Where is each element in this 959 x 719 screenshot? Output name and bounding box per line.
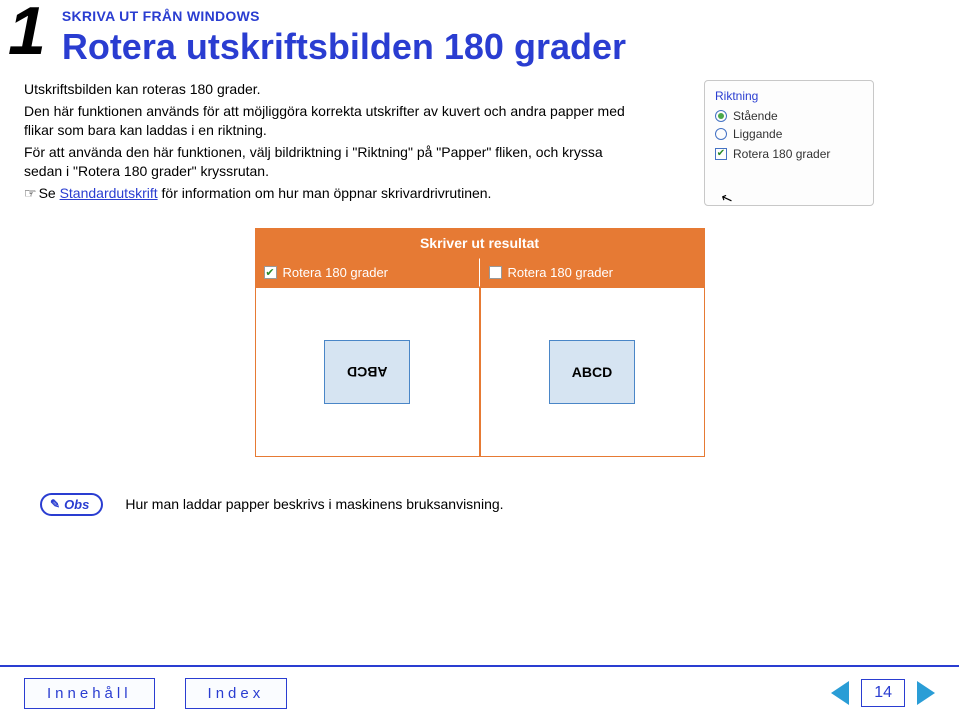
obs-row: ✎ Obs Hur man laddar papper beskrivs i m… xyxy=(40,493,959,516)
section-label: SKRIVA UT FRÅN WINDOWS xyxy=(62,8,959,24)
link-suffix: för information om hur man öppnar skriva… xyxy=(158,185,492,201)
see-also-line: ☞Se Standardutskrift för information om … xyxy=(24,184,644,204)
footer-bar: Innehåll Index 14 xyxy=(0,665,959,719)
table-col1-body: ABCD xyxy=(255,287,480,457)
checkbox-checked-icon: ✔ xyxy=(264,266,277,279)
radio-label: Stående xyxy=(733,109,778,123)
table-col1-header: ✔ Rotera 180 grader xyxy=(255,258,480,287)
contents-button[interactable]: Innehåll xyxy=(24,678,155,709)
table-title: Skriver ut resultat xyxy=(255,228,705,258)
pencil-icon: ✎ xyxy=(50,497,60,511)
paragraph-1: Utskriftsbilden kan roteras 180 grader. xyxy=(24,80,644,100)
prev-page-arrow[interactable] xyxy=(831,681,849,705)
checkbox-rotera[interactable]: ✔ Rotera 180 grader xyxy=(715,147,859,161)
page-title: Rotera utskriftsbilden 180 grader xyxy=(62,26,959,68)
chapter-number: 1 xyxy=(8,4,46,58)
radio-staende[interactable]: Stående xyxy=(715,109,859,123)
radio-icon xyxy=(715,128,727,140)
nav-arrows: 14 xyxy=(831,679,935,707)
radio-liggande[interactable]: Liggande xyxy=(715,127,859,141)
sample-text-rotated: ABCD xyxy=(347,364,387,380)
link-prefix: Se xyxy=(39,185,60,201)
sample-normal: ABCD xyxy=(549,340,635,404)
table-col2-body: ABCD xyxy=(480,287,705,457)
obs-text: Hur man laddar papper beskrivs i maskine… xyxy=(125,496,503,512)
next-page-arrow[interactable] xyxy=(917,681,935,705)
pointing-hand-icon: ☞ xyxy=(24,185,37,201)
result-table: Skriver ut resultat ✔ Rotera 180 grader … xyxy=(255,228,705,457)
sample-rotated: ABCD xyxy=(324,340,410,404)
cursor-icon: ↖ xyxy=(718,188,735,208)
table-col2-label: Rotera 180 grader xyxy=(508,265,614,280)
radio-icon xyxy=(715,110,727,122)
obs-label: Obs xyxy=(64,497,89,512)
table-col2-header: Rotera 180 grader xyxy=(480,258,705,287)
index-button[interactable]: Index xyxy=(185,678,288,709)
paragraph-2: Den här funktionen används för att möjli… xyxy=(24,102,644,141)
checkbox-icon: ✔ xyxy=(715,148,727,160)
header-text: SKRIVA UT FRÅN WINDOWS Rotera utskriftsb… xyxy=(62,4,959,68)
paragraph-3: För att använda den här funktionen, välj… xyxy=(24,143,644,182)
checkbox-label: Rotera 180 grader xyxy=(733,147,830,161)
body-text: Utskriftsbilden kan roteras 180 grader. … xyxy=(24,80,644,206)
page-number: 14 xyxy=(861,679,905,707)
riktning-panel: Riktning Stående Liggande ✔ Rotera 180 g… xyxy=(704,80,874,206)
obs-badge: ✎ Obs xyxy=(40,493,103,516)
standardutskrift-link[interactable]: Standardutskrift xyxy=(60,185,158,201)
table-col1-label: Rotera 180 grader xyxy=(283,265,389,280)
checkbox-unchecked-icon xyxy=(489,266,502,279)
page-header: 1 SKRIVA UT FRÅN WINDOWS Rotera utskrift… xyxy=(0,0,959,68)
sample-text: ABCD xyxy=(572,364,612,380)
radio-label: Liggande xyxy=(733,127,782,141)
panel-group-title: Riktning xyxy=(715,89,859,103)
